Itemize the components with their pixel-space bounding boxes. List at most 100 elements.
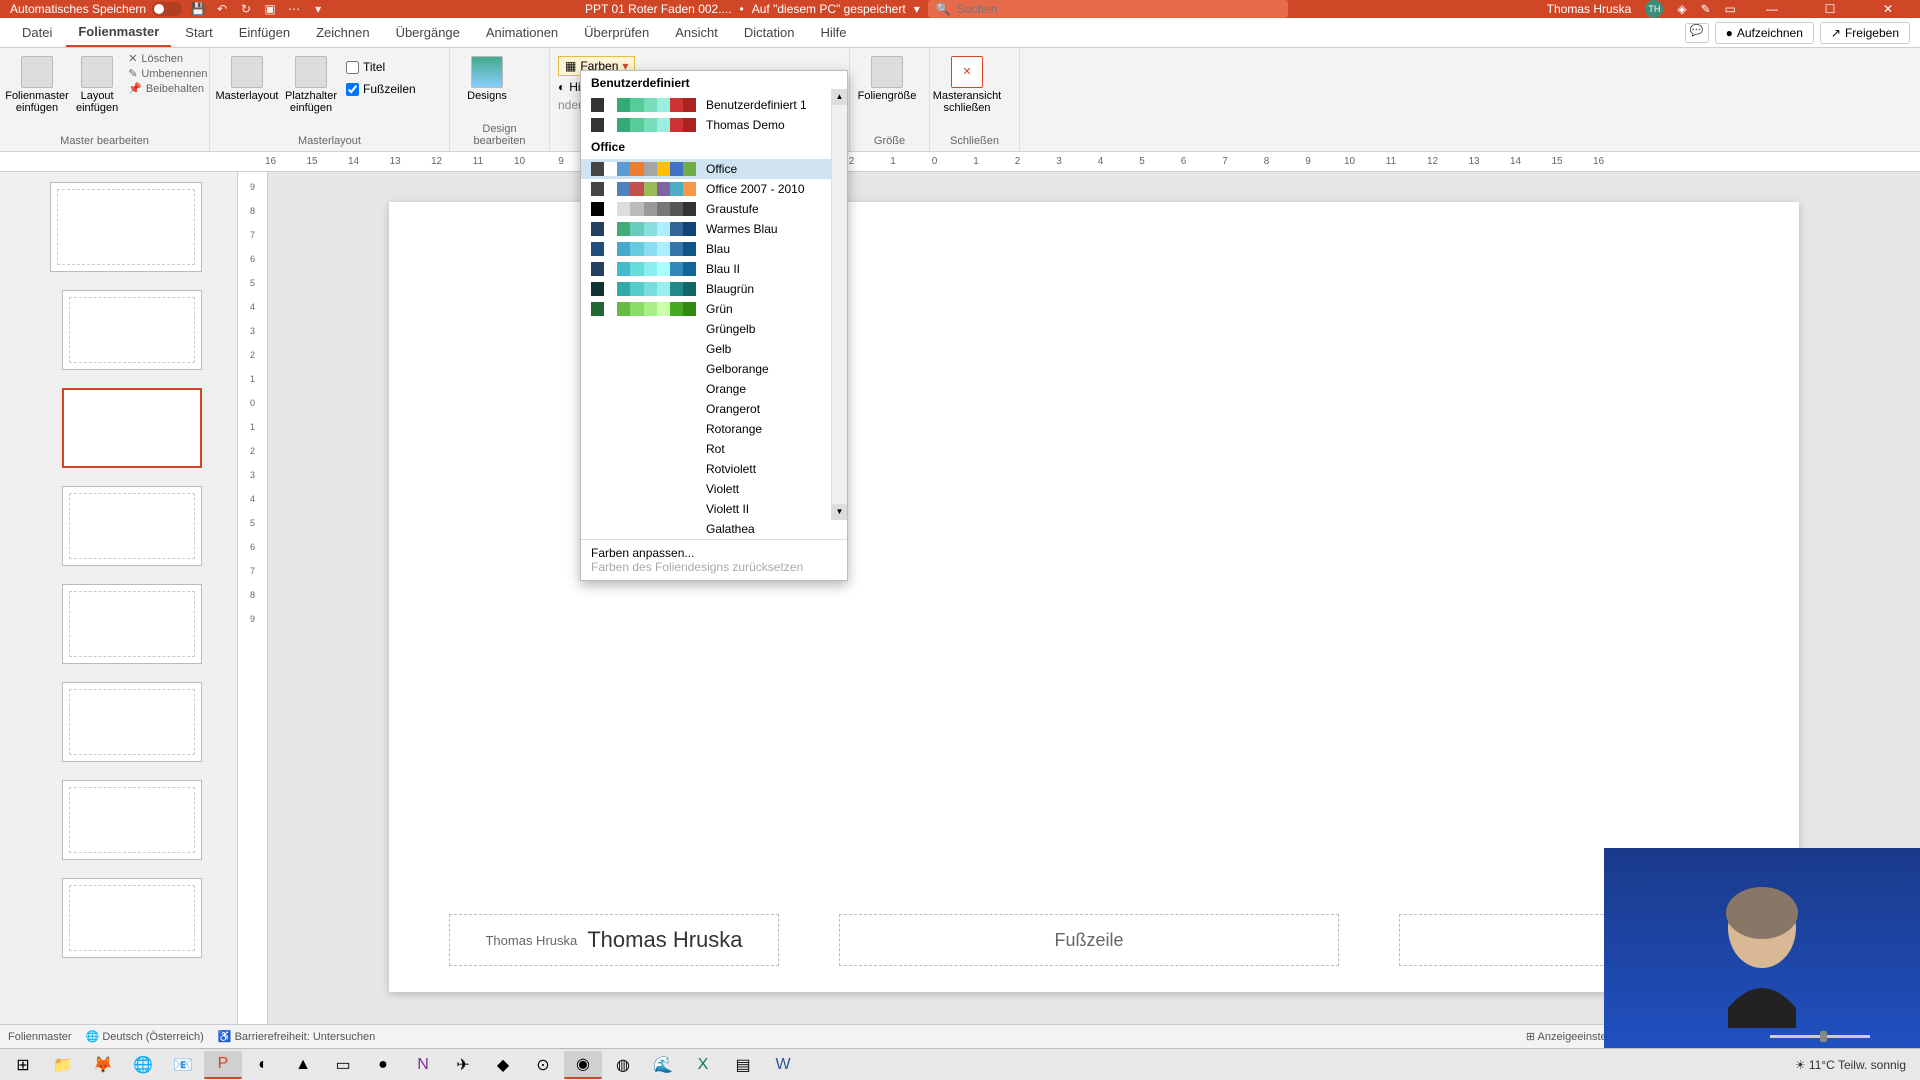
designs-button[interactable]: Designs <box>458 52 516 106</box>
color-scheme-blaugruen[interactable]: Blaugrün <box>581 279 847 299</box>
pen-icon[interactable]: ✎ <box>1701 2 1711 16</box>
tab-uebergaenge[interactable]: Übergänge <box>384 19 472 46</box>
tab-zeichnen[interactable]: Zeichnen <box>304 19 381 46</box>
tab-dictation[interactable]: Dictation <box>732 19 807 46</box>
window-icon[interactable]: ▭ <box>1725 2 1736 16</box>
color-scheme-custom-1[interactable]: Benutzerdefiniert 1 <box>581 95 847 115</box>
weather-widget[interactable]: ☀ 11°C Teilw. sonnig <box>1795 1058 1906 1072</box>
tab-ansicht[interactable]: Ansicht <box>663 19 730 46</box>
taskbar-vlc[interactable]: ▲ <box>284 1051 322 1079</box>
save-icon[interactable]: 💾 <box>190 1 206 17</box>
toggle-switch[interactable] <box>152 2 182 16</box>
tab-start[interactable]: Start <box>173 19 224 46</box>
farben-menu[interactable]: Benutzerdefiniert Benutzerdefiniert 1 Th… <box>580 70 848 581</box>
masterlayout-button[interactable]: Masterlayout <box>218 52 276 106</box>
color-scheme-rotviolett[interactable]: Rotviolett <box>581 459 847 479</box>
footer-author-placeholder[interactable]: Thomas Hruska Thomas Hruska <box>449 914 779 966</box>
thumbnail-3-selected[interactable] <box>62 388 202 468</box>
thumbnail-4[interactable] <box>62 486 202 566</box>
taskbar-firefox[interactable]: 🦊 <box>84 1051 122 1079</box>
taskbar-app-3[interactable]: ● <box>364 1051 402 1079</box>
minimize-button[interactable]: — <box>1750 0 1794 18</box>
user-avatar[interactable]: TH <box>1645 0 1663 18</box>
color-scheme-office[interactable]: Office <box>581 159 847 179</box>
taskbar-onenote[interactable]: N <box>404 1051 442 1079</box>
umbenennen-button[interactable]: ✎ Umbenennen <box>128 67 207 80</box>
scroll-up-icon[interactable]: ▲ <box>832 89 847 105</box>
taskbar-edge[interactable]: 🌊 <box>644 1051 682 1079</box>
diamond-icon[interactable]: ◈ <box>1677 2 1686 16</box>
color-scheme-rotorange[interactable]: Rotorange <box>581 419 847 439</box>
color-scheme-orange[interactable]: Orange <box>581 379 847 399</box>
scroll-down-icon[interactable]: ▼ <box>832 504 847 520</box>
color-scheme-warmes-blau[interactable]: Warmes Blau <box>581 219 847 239</box>
tab-folienmaster[interactable]: Folienmaster <box>66 18 171 47</box>
status-accessibility[interactable]: ♿ Barrierefreiheit: Untersuchen <box>218 1030 375 1043</box>
save-state[interactable]: Auf "diesem PC" gespeichert <box>752 2 906 16</box>
color-scheme-gruen[interactable]: Grün <box>581 299 847 319</box>
color-scheme-thomas-demo[interactable]: Thomas Demo <box>581 115 847 135</box>
status-mode[interactable]: Folienmaster <box>8 1031 72 1043</box>
taskbar-app-6[interactable]: ◍ <box>604 1051 642 1079</box>
color-scheme-galathea[interactable]: Galathea <box>581 519 847 539</box>
maximize-button[interactable]: ☐ <box>1808 0 1852 18</box>
color-scheme-rot[interactable]: Rot <box>581 439 847 459</box>
platzhalter-button[interactable]: Platzhalter einfügen <box>282 52 340 118</box>
start-button[interactable]: ⊞ <box>4 1051 42 1079</box>
color-scheme-gelb[interactable]: Gelb <box>581 339 847 359</box>
redo-icon[interactable]: ↻ <box>238 1 254 17</box>
taskbar-app-7[interactable]: ▤ <box>724 1051 762 1079</box>
taskbar-app-4[interactable]: ◆ <box>484 1051 522 1079</box>
search-box[interactable]: 🔍 <box>928 0 1288 18</box>
footer-text-placeholder[interactable]: Fußzeile <box>839 914 1339 966</box>
present-icon[interactable]: ▣ <box>262 1 278 17</box>
colors-scrollbar[interactable]: ▲ ▼ <box>831 89 847 520</box>
thumbnail-2[interactable] <box>62 290 202 370</box>
fusszeilen-checkbox[interactable]: Fußzeilen <box>346 82 416 96</box>
color-scheme-blau-2[interactable]: Blau II <box>581 259 847 279</box>
masteransicht-schliessen-button[interactable]: ✕Masteransicht schließen <box>938 52 996 118</box>
status-lang[interactable]: 🌐 Deutsch (Österreich) <box>86 1030 204 1043</box>
tab-ueberpruefen[interactable]: Überprüfen <box>572 19 661 46</box>
loeschen-button[interactable]: ✕ Löschen <box>128 52 207 65</box>
layout-einfuegen-button[interactable]: Layout einfügen <box>72 52 122 118</box>
taskbar-app-1[interactable]: ◐ <box>244 1051 282 1079</box>
thumbnail-7[interactable] <box>62 780 202 860</box>
slide-thumbnails[interactable] <box>0 172 238 1024</box>
color-scheme-graustufe[interactable]: Graustufe <box>581 199 847 219</box>
color-scheme-gruengelb[interactable]: Grüngelb <box>581 319 847 339</box>
color-scheme-blau[interactable]: Blau <box>581 239 847 259</box>
thumbnail-1[interactable] <box>50 182 202 272</box>
color-scheme-violett-2[interactable]: Violett II <box>581 499 847 519</box>
taskbar-app-5[interactable]: ⊙ <box>524 1051 562 1079</box>
taskbar-explorer[interactable]: 📁 <box>44 1051 82 1079</box>
taskbar-telegram[interactable]: ✈ <box>444 1051 482 1079</box>
taskbar-chrome[interactable]: 🌐 <box>124 1051 162 1079</box>
taskbar-word[interactable]: W <box>764 1051 802 1079</box>
undo-icon[interactable]: ↶ <box>214 1 230 17</box>
tab-einfuegen[interactable]: Einfügen <box>227 19 302 46</box>
titel-checkbox[interactable]: Titel <box>346 60 416 74</box>
taskbar-app-2[interactable]: ▭ <box>324 1051 362 1079</box>
taskbar-powerpoint[interactable]: P <box>204 1051 242 1079</box>
color-scheme-orangerot[interactable]: Orangerot <box>581 399 847 419</box>
autosave-toggle[interactable]: Automatisches Speichern <box>10 2 182 16</box>
color-scheme-violett[interactable]: Violett <box>581 479 847 499</box>
taskbar-excel[interactable]: X <box>684 1051 722 1079</box>
thumbnail-8[interactable] <box>62 878 202 958</box>
search-input[interactable] <box>957 2 1280 16</box>
thumbnail-5[interactable] <box>62 584 202 664</box>
farben-anpassen-button[interactable]: Farben anpassen... <box>591 546 837 560</box>
thumbnail-6[interactable] <box>62 682 202 762</box>
taskbar-obs[interactable]: ◉ <box>564 1051 602 1079</box>
foliengroesse-button[interactable]: Foliengröße <box>858 52 916 106</box>
taskbar-outlook[interactable]: 📧 <box>164 1051 202 1079</box>
comments-button[interactable]: 💬 <box>1685 23 1709 43</box>
qat-dropdown-icon[interactable]: ▾ <box>310 1 326 17</box>
more-icon[interactable]: ⋯ <box>286 1 302 17</box>
tab-datei[interactable]: Datei <box>10 19 64 46</box>
savestate-dropdown-icon[interactable]: ▾ <box>914 2 920 16</box>
color-scheme-gelborange[interactable]: Gelborange <box>581 359 847 379</box>
beibehalten-button[interactable]: 📌 Beibehalten <box>128 82 207 95</box>
system-tray[interactable]: ☀ 11°C Teilw. sonnig <box>1795 1058 1916 1072</box>
